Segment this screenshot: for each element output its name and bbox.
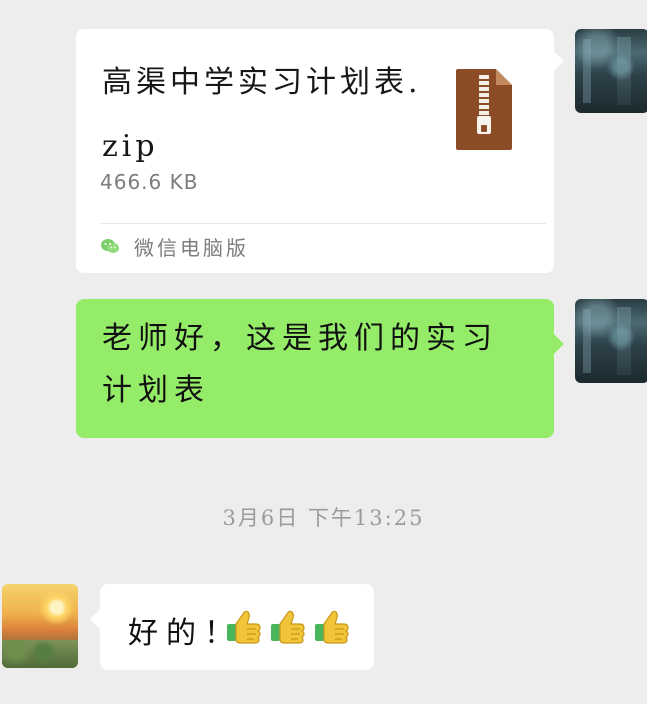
bubble-tail [90, 609, 110, 629]
wechat-pc-icon [101, 239, 119, 253]
file-size: 466.6 KB [100, 170, 199, 194]
bubble-tail [544, 334, 564, 354]
sent-text: 老师好，这是我们的实习计划表 [102, 321, 498, 408]
source-label: 微信电脑版 [134, 236, 249, 260]
divider [100, 223, 546, 224]
bubble-tail [544, 51, 564, 71]
thumbs-up-icon [315, 610, 349, 644]
file-name: 高渠中学实习计划表.zip [102, 65, 422, 164]
thumbs-up-icon [271, 610, 305, 644]
receiver-avatar[interactable] [2, 584, 78, 668]
sent-text-bubble[interactable]: 老师好，这是我们的实习计划表 [76, 299, 564, 438]
sender-avatar[interactable] [575, 29, 647, 113]
thumbs-up-emoji-group [223, 606, 353, 648]
message-timestamp: 3月6日 下午13:25 [222, 506, 425, 530]
sender-avatar[interactable] [575, 299, 647, 383]
zip-file-icon [456, 69, 512, 150]
received-message-bubble[interactable]: 好的！ [90, 584, 374, 670]
thumbs-up-icon [227, 610, 261, 644]
file-message-bubble[interactable]: 高渠中学实习计划表.zip 466.6 KB 微信电脑版 [76, 29, 564, 273]
